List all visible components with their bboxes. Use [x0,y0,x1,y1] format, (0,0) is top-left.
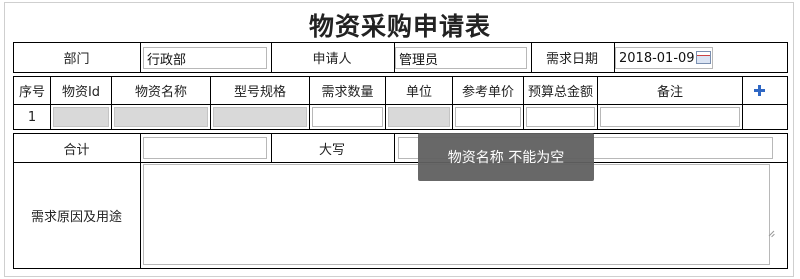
date-label: 需求日期 [545,52,598,67]
department-field[interactable]: 行政部 [143,47,267,69]
col-header-unit-price: 参考单价 [461,85,514,100]
spec-field[interactable] [213,107,307,127]
validation-toast: 物资名称 不能为空 [418,133,594,181]
col-header-total-budget: 预算总金额 [527,85,593,100]
toast-message: 物资名称 不能为空 [447,150,565,166]
col-header-material-name: 物资名称 [134,85,187,100]
material-name-field[interactable] [114,107,208,127]
page-title: 物资采购申请表 [308,12,491,41]
calendar-icon[interactable] [696,51,711,64]
material-id-field[interactable] [53,107,109,127]
capital-amount-label: 大写 [318,142,345,158]
department-label: 部门 [63,52,90,67]
col-header-remark: 备注 [656,85,683,100]
textarea-resize-handle[interactable] [766,228,776,238]
col-header-quantity: 需求数量 [321,85,374,100]
applicant-field[interactable]: 管理员 [395,47,527,69]
col-header-unit: 单位 [405,85,432,100]
col-header-spec: 型号规格 [233,85,286,100]
col-header-index: 序号 [18,85,45,100]
total-field[interactable] [143,137,267,159]
add-row-plus-icon[interactable] [754,85,765,96]
col-header-material-id: 物资Id [61,85,101,100]
quantity-field[interactable] [312,107,383,127]
applicant-label: 申请人 [312,52,352,67]
date-value: 2018-01-09 [619,50,695,66]
total-budget-field[interactable] [526,107,595,127]
reason-label: 需求原因及用途 [30,209,122,225]
row-index: 1 [27,109,37,125]
unit-field[interactable] [388,107,450,127]
remark-field[interactable] [600,107,740,127]
unit-price-field[interactable] [455,107,521,127]
total-label: 合计 [63,142,90,158]
